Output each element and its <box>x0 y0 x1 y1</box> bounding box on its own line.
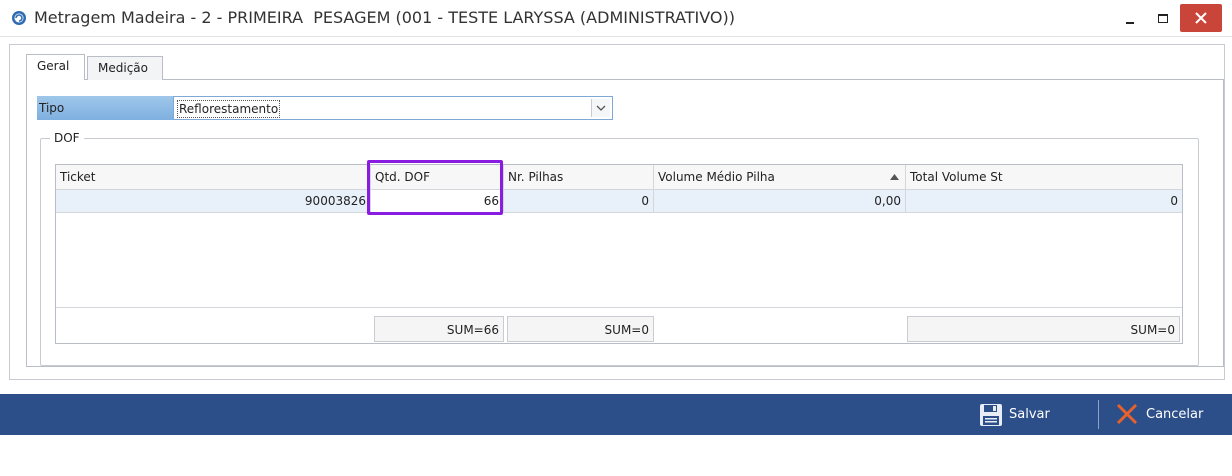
save-button[interactable]: Salvar (F10) <box>975 394 1088 463</box>
tipo-label: Tipo <box>37 96 173 120</box>
cancel-button[interactable]: Cancelar <box>1112 394 1228 435</box>
app-icon <box>11 10 27 26</box>
column-header-nr-pilhas[interactable]: Nr. Pilhas <box>504 165 654 189</box>
tipo-value: Reflorestamento <box>177 100 281 118</box>
bottom-strip <box>0 435 1232 445</box>
floppy-disk-icon <box>980 404 1002 426</box>
cancel-button-label: Cancelar <box>1146 407 1204 422</box>
cell-ticket[interactable]: 90003826 <box>56 190 371 212</box>
column-header-volume-medio-pilha[interactable]: Volume Médio Pilha <box>654 165 906 189</box>
cell-total-volume-st[interactable]: 0 <box>906 190 1182 212</box>
tab-geral[interactable]: Geral <box>26 54 85 80</box>
chevron-down-icon <box>596 105 606 111</box>
close-icon <box>1195 12 1207 24</box>
column-header-total-volume-st[interactable]: Total Volume St <box>906 165 1182 189</box>
cell-volume-medio-pilha[interactable]: 0,00 <box>654 190 906 212</box>
column-header-ticket[interactable]: Ticket <box>56 165 371 189</box>
dof-grid: Ticket Qtd. DOF Nr. Pilhas Volume Médio … <box>55 164 1183 344</box>
window-title: Metragem Madeira - 2 - PRIMEIRA PESAGEM … <box>34 8 735 27</box>
table-row[interactable]: 90003826 66 0 0,00 0 <box>56 190 1182 213</box>
action-bar: Salvar (F10) Cancelar <box>0 394 1232 463</box>
maximize-button[interactable] <box>1146 4 1180 32</box>
grid-summary-row: SUM=66 SUM=0 SUM=0 <box>56 307 1182 343</box>
minimize-button[interactable] <box>1113 4 1147 32</box>
sort-ascending-icon <box>890 174 899 180</box>
summary-total-volume-st: SUM=0 <box>907 316 1180 342</box>
close-button[interactable] <box>1180 4 1222 32</box>
column-header-qtd-dof[interactable]: Qtd. DOF <box>371 165 504 189</box>
grid-header: Ticket Qtd. DOF Nr. Pilhas Volume Médio … <box>56 165 1182 190</box>
dof-group-legend: DOF <box>50 131 84 145</box>
tab-medicao[interactable]: Medição <box>87 56 163 80</box>
summary-nr-pilhas: SUM=0 <box>507 316 654 342</box>
cell-qtd-dof[interactable]: 66 <box>371 190 504 212</box>
dropdown-button[interactable] <box>591 99 610 117</box>
title-bar: Metragem Madeira - 2 - PRIMEIRA PESAGEM … <box>0 0 1232 37</box>
column-header-volume-medio-pilha-label: Volume Médio Pilha <box>658 170 775 184</box>
summary-qtd-dof: SUM=66 <box>374 316 504 342</box>
action-separator <box>1098 400 1099 429</box>
cell-nr-pilhas[interactable]: 0 <box>504 190 654 212</box>
tipo-select[interactable]: Reflorestamento <box>173 96 613 120</box>
close-icon <box>1116 403 1138 425</box>
